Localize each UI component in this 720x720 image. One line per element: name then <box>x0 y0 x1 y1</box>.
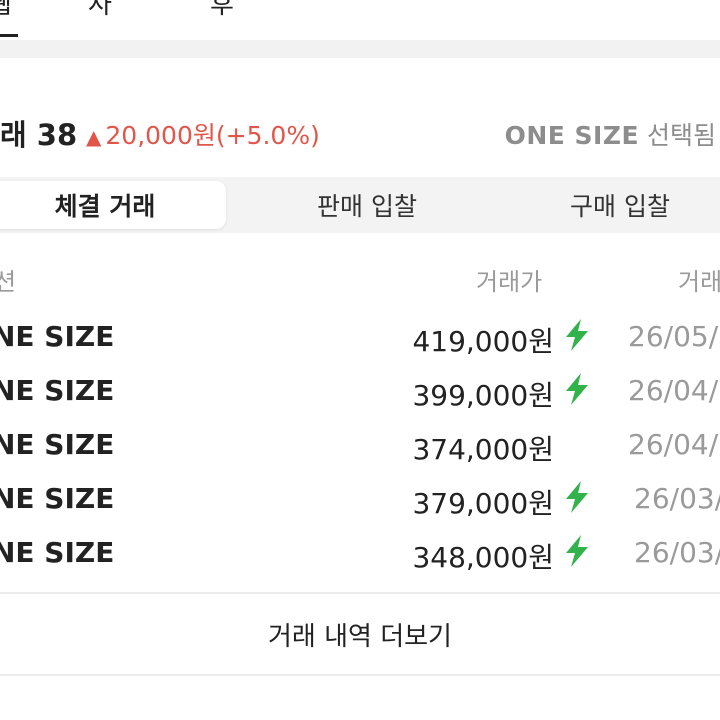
section-separator <box>0 40 720 58</box>
triangle-up-icon: ▲ <box>86 125 102 149</box>
table-row: NE SIZE 379,000원 26/03/ <box>0 476 720 524</box>
row-price: 399,000원 <box>412 379 554 412</box>
row-size: NE SIZE <box>0 482 115 515</box>
row-size: NE SIZE <box>0 536 115 569</box>
row-size: NE SIZE <box>0 320 115 353</box>
trade-type-tabs: 체결 거래 판매 입찰 구매 입찰 <box>0 177 720 233</box>
view-more-trades-button[interactable]: 거래 내역 더보기 <box>0 594 720 674</box>
table-row: NE SIZE 419,000원 26/05/ <box>0 314 720 362</box>
active-tab-indicator <box>0 34 18 37</box>
row-size: NE SIZE <box>0 428 115 461</box>
selected-size: ONE SIZE <box>504 121 640 150</box>
price-change-text: 20,000원(+5.0%) <box>105 121 320 150</box>
table-row: NE SIZE 399,000원 26/04/ <box>0 368 720 416</box>
table-row: NE SIZE 348,000원 26/03/ <box>0 530 720 578</box>
trade-summary: 래 38 ▲ 20,000원(+5.0%) ONE SIZE 선택됨 <box>0 108 720 152</box>
tab-completed-trades[interactable]: 체결 거래 <box>0 181 226 229</box>
header-option: 션 <box>0 268 17 296</box>
lightning-bolt-icon <box>566 373 588 405</box>
size-selected-label[interactable]: ONE SIZE 선택됨 <box>505 116 716 152</box>
row-price: 374,000원 <box>412 433 554 466</box>
top-tab-1[interactable]: 웹 <box>0 0 12 21</box>
row-date: 26/05/ <box>628 320 719 353</box>
tab-buy-bids[interactable]: 구매 입찰 <box>500 181 720 229</box>
row-date: 26/03/ <box>634 536 720 569</box>
tab-sell-bids[interactable]: 판매 입찰 <box>246 181 488 229</box>
row-price: 419,000원 <box>412 325 554 358</box>
lightning-bolt-icon <box>566 481 588 513</box>
row-price: 379,000원 <box>412 487 554 520</box>
top-tab-bar: 웹 사 후 <box>0 0 720 40</box>
price-change: ▲ 20,000원(+5.0%) <box>86 116 320 152</box>
lightning-bolt-icon <box>566 319 588 351</box>
row-size: NE SIZE <box>0 374 115 407</box>
table-row: NE SIZE 374,000원 26/04/ <box>0 422 720 470</box>
selected-suffix: 선택됨 <box>646 121 716 150</box>
lightning-bolt-icon <box>566 535 588 567</box>
row-date: 26/04/ <box>628 428 719 461</box>
row-date: 26/04/ <box>628 374 719 407</box>
table-header: 션 거래가 거래 <box>0 262 720 298</box>
header-price: 거래가 <box>476 268 543 296</box>
trade-count: 래 38 <box>0 118 78 152</box>
header-date: 거래 <box>678 268 720 296</box>
divider <box>0 674 720 676</box>
top-tab-3[interactable]: 후 <box>210 0 234 21</box>
top-tab-2[interactable]: 사 <box>88 0 112 21</box>
row-date: 26/03/ <box>634 482 720 515</box>
row-price: 348,000원 <box>412 541 554 574</box>
